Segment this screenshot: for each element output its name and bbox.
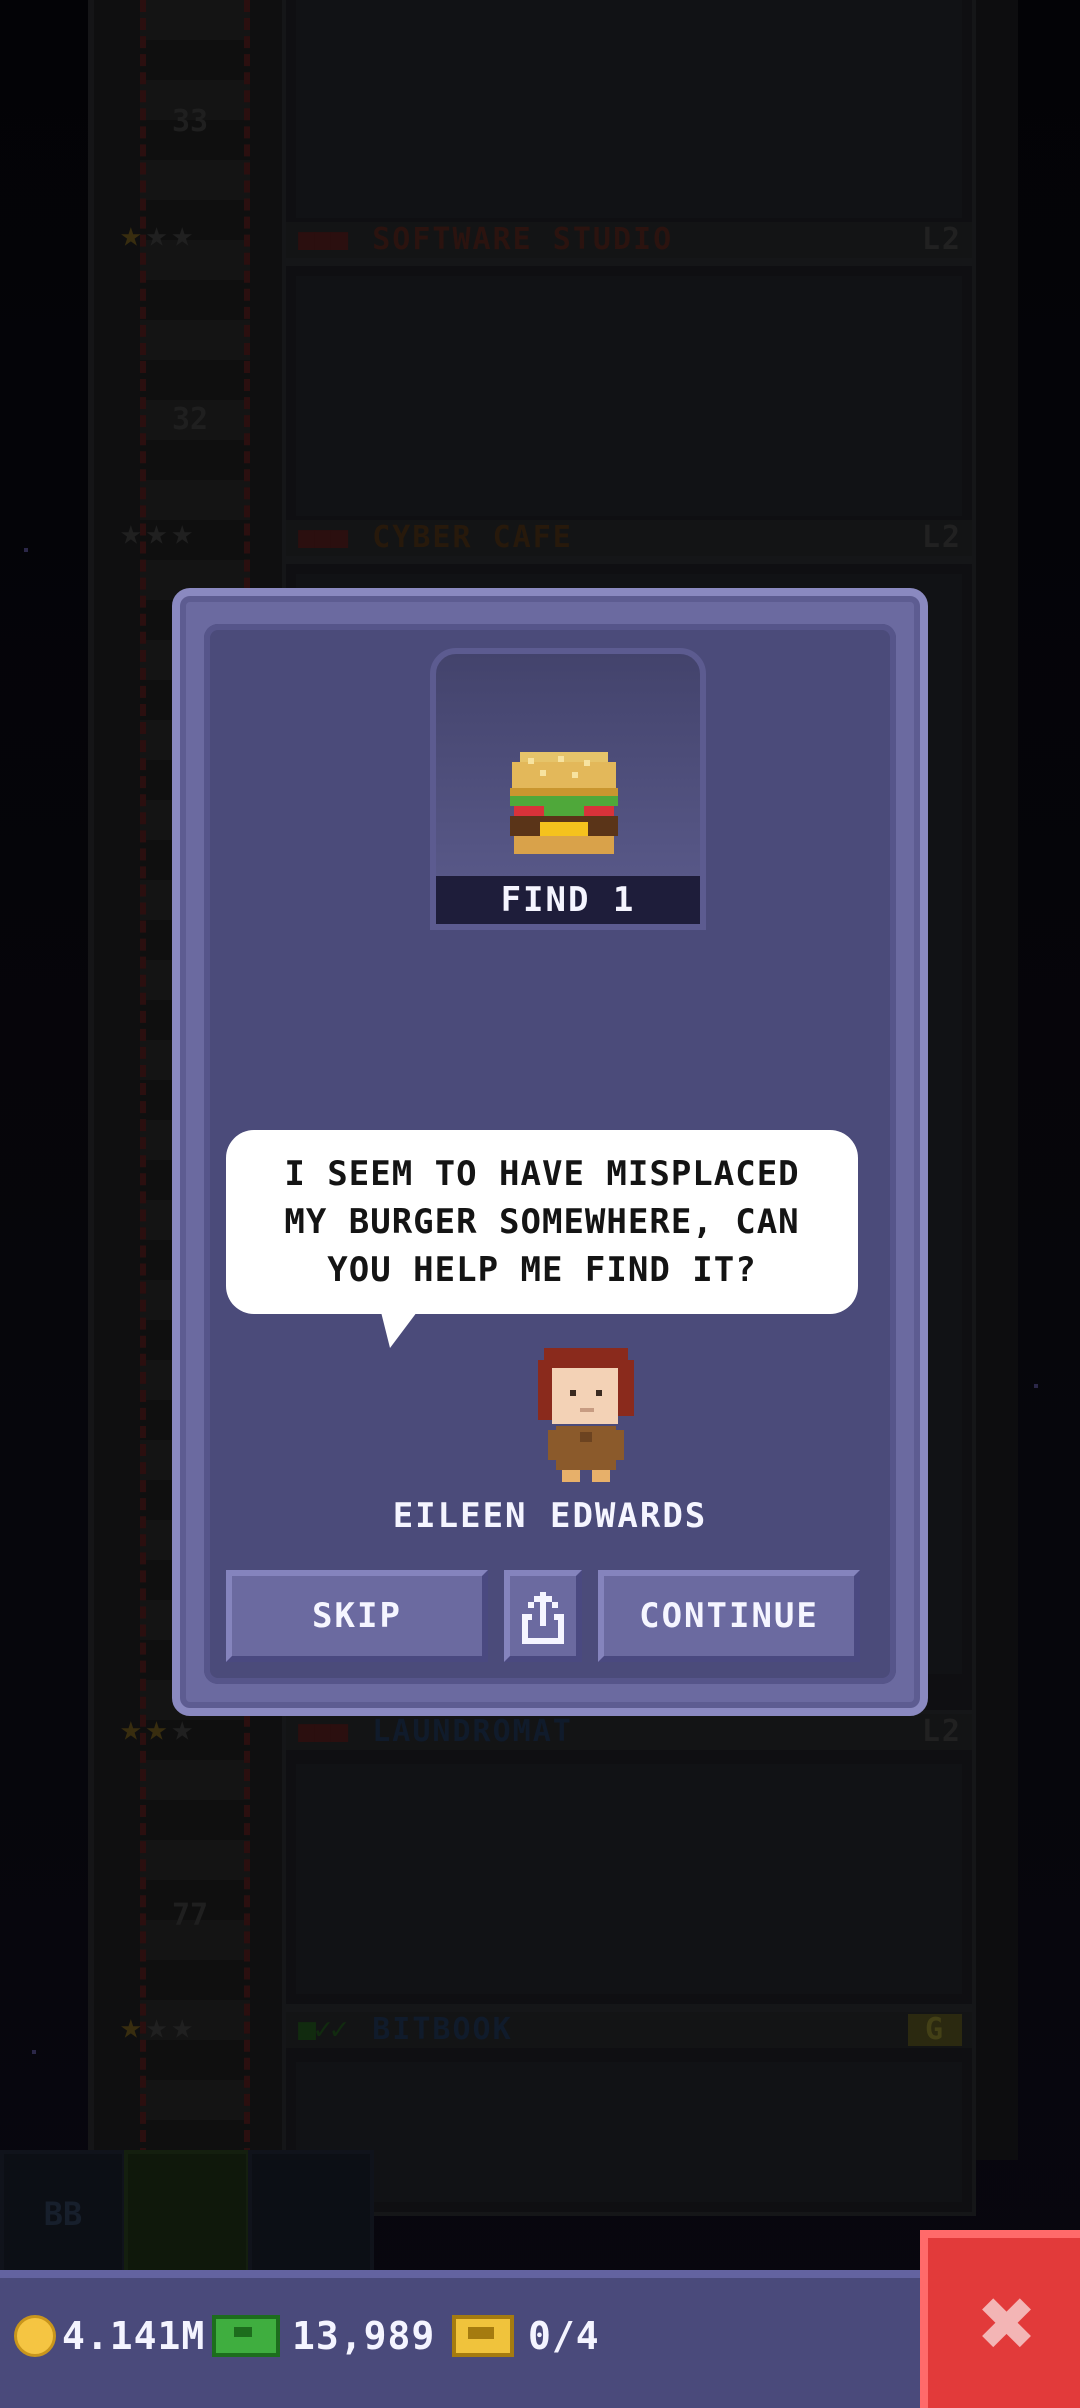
currency-status-bar: 4.141M 13,989 0/4 — [0, 2270, 920, 2408]
tickets-display[interactable]: 0/4 — [452, 2306, 600, 2366]
dialog-panel: FIND 1 I SEEM TO HAVE MISPLACED MY BURGE… — [204, 624, 896, 1684]
ticket-icon — [452, 2315, 514, 2357]
bux-value: 13,989 — [292, 2314, 436, 2358]
mission-dialog: FIND 1 I SEEM TO HAVE MISPLACED MY BURGE… — [172, 588, 928, 1716]
speech-bubble-tail — [380, 1308, 420, 1348]
bux-display[interactable]: 13,989 — [212, 2306, 435, 2366]
speech-bubble: I SEEM TO HAVE MISPLACED MY BURGER SOMEW… — [226, 1130, 858, 1314]
bitizen-avatar — [538, 1348, 634, 1482]
mission-item-card: FIND 1 — [430, 648, 706, 930]
coin-icon — [14, 2315, 56, 2357]
tickets-value: 0/4 — [528, 2314, 600, 2358]
burger-icon — [510, 752, 618, 854]
character-name: EILEEN EDWARDS — [392, 1496, 708, 1536]
close-icon: ✖ — [979, 2267, 1037, 2379]
continue-button[interactable]: CONTINUE — [598, 1570, 860, 1662]
find-count-label: FIND 1 — [436, 876, 700, 924]
bux-icon — [212, 2315, 280, 2357]
skip-button[interactable]: SKIP — [226, 1570, 488, 1662]
close-button[interactable]: ✖ — [920, 2230, 1080, 2408]
speech-text: I SEEM TO HAVE MISPLACED MY BURGER SOMEW… — [284, 1154, 800, 1290]
coins-display[interactable]: 4.141M — [14, 2306, 205, 2366]
share-button[interactable] — [504, 1570, 582, 1662]
share-icon — [522, 1592, 564, 1644]
coins-value: 4.141M — [62, 2314, 206, 2358]
